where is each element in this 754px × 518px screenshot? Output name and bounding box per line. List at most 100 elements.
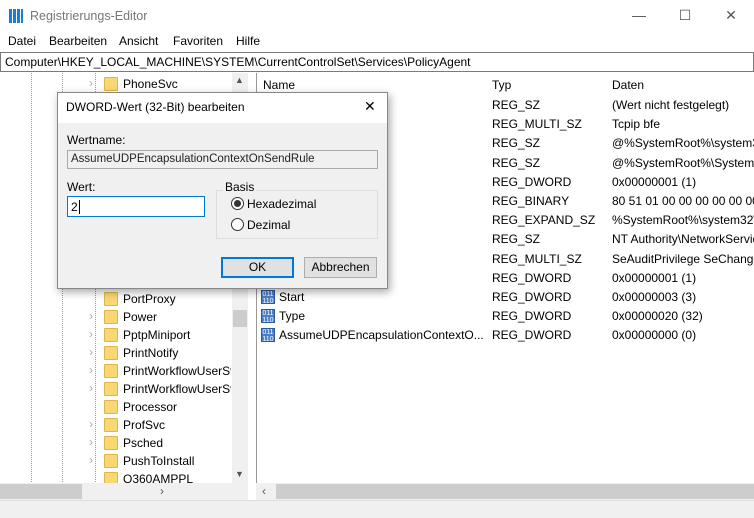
value-data: 0x00000001 (1) [612,270,697,285]
tree-item-label: ProfSvc [123,418,166,432]
cancel-button[interactable]: Abbrechen [304,257,377,278]
tree-item[interactable]: › PhoneSvc [0,75,232,93]
chevron-right-icon[interactable]: › [89,381,93,395]
chevron-right-icon[interactable]: › [89,327,93,341]
tree-item[interactable]: › PrintWorkflowUserSvc [0,362,232,380]
menu-hilfe[interactable]: Hilfe [236,34,260,48]
minimize-button[interactable]: — [616,0,662,32]
value-type: REG_DWORD [492,174,572,189]
folder-icon [104,346,118,360]
chevron-right-icon[interactable]: › [89,309,93,323]
tree-item[interactable]: › PrintNotify [0,344,232,362]
hex-radio[interactable] [231,197,244,210]
dialog-title-bar: DWORD-Wert (32-Bit) bearbeiten ✕ [58,93,387,123]
dec-label[interactable]: Dezimal [247,218,290,232]
value-type: REG_EXPAND_SZ [492,213,596,228]
value-row[interactable]: 011 110 Start REG_DWORD 0x00000003 (3) [257,287,754,306]
tree-item-label: PhoneSvc [123,77,178,91]
tree-item[interactable]: › ProfSvc [0,416,232,434]
menu-favoriten[interactable]: Favoriten [173,34,223,48]
folder-icon [104,328,118,342]
tree-item[interactable]: PortProxy [0,290,232,308]
folder-icon [104,400,118,414]
tree-item-label: PrintWorkflowUserSvc [123,364,231,378]
value-type: REG_MULTI_SZ [492,117,582,132]
binary-value-icon: 011110 [261,290,275,305]
value-row[interactable]: 011 110 Type REG_DWORD 0x00000020 (32) [257,306,754,325]
tree-item-label: Processor [123,400,178,414]
value-type: REG_SZ [492,232,541,247]
folder-icon [104,454,118,468]
window-title: Registrierungs-Editor [30,9,148,23]
tree-item-label: PushToInstall [123,454,195,468]
value-data: NT Authority\NetworkService [612,232,754,247]
tree-item[interactable]: › Psched [0,434,232,452]
value-data: @%SystemRoot%\System32\ [612,155,754,170]
tree-item-label: Psched [123,436,164,450]
value-data-label: Wert: [67,180,96,194]
menu-ansicht[interactable]: Ansicht [119,34,158,48]
column-header-data[interactable]: Daten [612,78,644,92]
scroll-thumb[interactable] [276,484,754,499]
scroll-right-icon[interactable]: › [160,484,164,498]
scroll-thumb[interactable] [0,484,82,499]
scroll-up-icon[interactable]: ▲ [235,75,244,85]
chevron-right-icon[interactable]: › [89,435,93,449]
tree-item[interactable]: › PptpMiniport [0,326,232,344]
value-type: REG_SZ [492,136,541,151]
value-type: REG_BINARY [492,194,570,208]
chevron-right-icon[interactable]: › [89,363,93,377]
chevron-right-icon[interactable]: › [89,453,93,467]
folder-icon [104,310,118,324]
value-type: REG_DWORD [492,328,572,343]
close-button[interactable]: ✕ [708,0,754,32]
value-data-text: 2 [71,200,78,214]
value-name: Start [279,290,305,304]
value-data: Tcpip bfe [612,117,661,132]
value-data-input[interactable]: 2 [67,196,205,217]
chevron-right-icon[interactable]: › [89,345,93,359]
address-bar[interactable]: Computer\HKEY_LOCAL_MACHINE\SYSTEM\Curre… [0,52,754,72]
folder-icon [104,77,118,91]
value-data: 0x00000001 (1) [612,174,697,189]
value-type: REG_SZ [492,155,541,170]
dialog-title: DWORD-Wert (32-Bit) bearbeiten [66,100,245,114]
value-data: (Wert nicht festgelegt) [612,98,730,112]
ok-button[interactable]: OK [221,257,294,278]
tree-item-label: PortProxy [123,292,176,306]
values-horizontal-scrollbar[interactable]: ‹ [256,483,754,500]
tree-item[interactable]: Processor [0,398,232,416]
tree-item-label: Power [123,310,158,324]
folder-icon [104,382,118,396]
menu-bar: Datei Bearbeiten Ansicht Favoriten Hilfe [0,32,754,51]
folder-icon [104,364,118,378]
maximize-button[interactable]: ☐ [662,0,708,32]
hex-label[interactable]: Hexadezimal [247,197,316,211]
scroll-left-icon[interactable]: ‹ [262,484,266,498]
binary-value-icon: 011110 [261,309,275,325]
dialog-close-button[interactable]: ✕ [364,98,376,115]
value-type: REG_SZ [492,98,541,112]
menu-datei[interactable]: Datei [8,34,36,48]
value-row[interactable]: 011 110 AssumeUDPEncapsulationContextO... R… [257,325,754,344]
value-data: 0x00000020 (32) [612,309,703,324]
value-data: 0x00000003 (3) [612,290,697,304]
column-header-type[interactable]: Typ [492,78,511,92]
folder-icon [104,436,118,450]
tree-item[interactable]: › PrintWorkflowUserSvc [0,380,232,398]
menu-bearbeiten[interactable]: Bearbeiten [49,34,107,48]
tree-item[interactable]: › Power [0,308,232,326]
binary-value-icon: 011110 [261,328,275,344]
edit-dword-dialog: DWORD-Wert (32-Bit) bearbeiten ✕ Wertnam… [57,92,388,289]
scroll-down-icon[interactable]: ▼ [235,469,244,479]
chevron-right-icon[interactable]: › [89,76,93,90]
tree-horizontal-scrollbar[interactable]: › [0,483,248,500]
column-header-name[interactable]: Name [263,78,295,92]
tree-item[interactable]: › PushToInstall [0,452,232,470]
scroll-thumb[interactable] [233,310,247,327]
value-type: REG_DWORD [492,270,572,285]
status-bar [0,500,754,518]
folder-icon [104,418,118,432]
chevron-right-icon[interactable]: › [89,417,93,431]
dec-radio[interactable] [231,218,244,231]
